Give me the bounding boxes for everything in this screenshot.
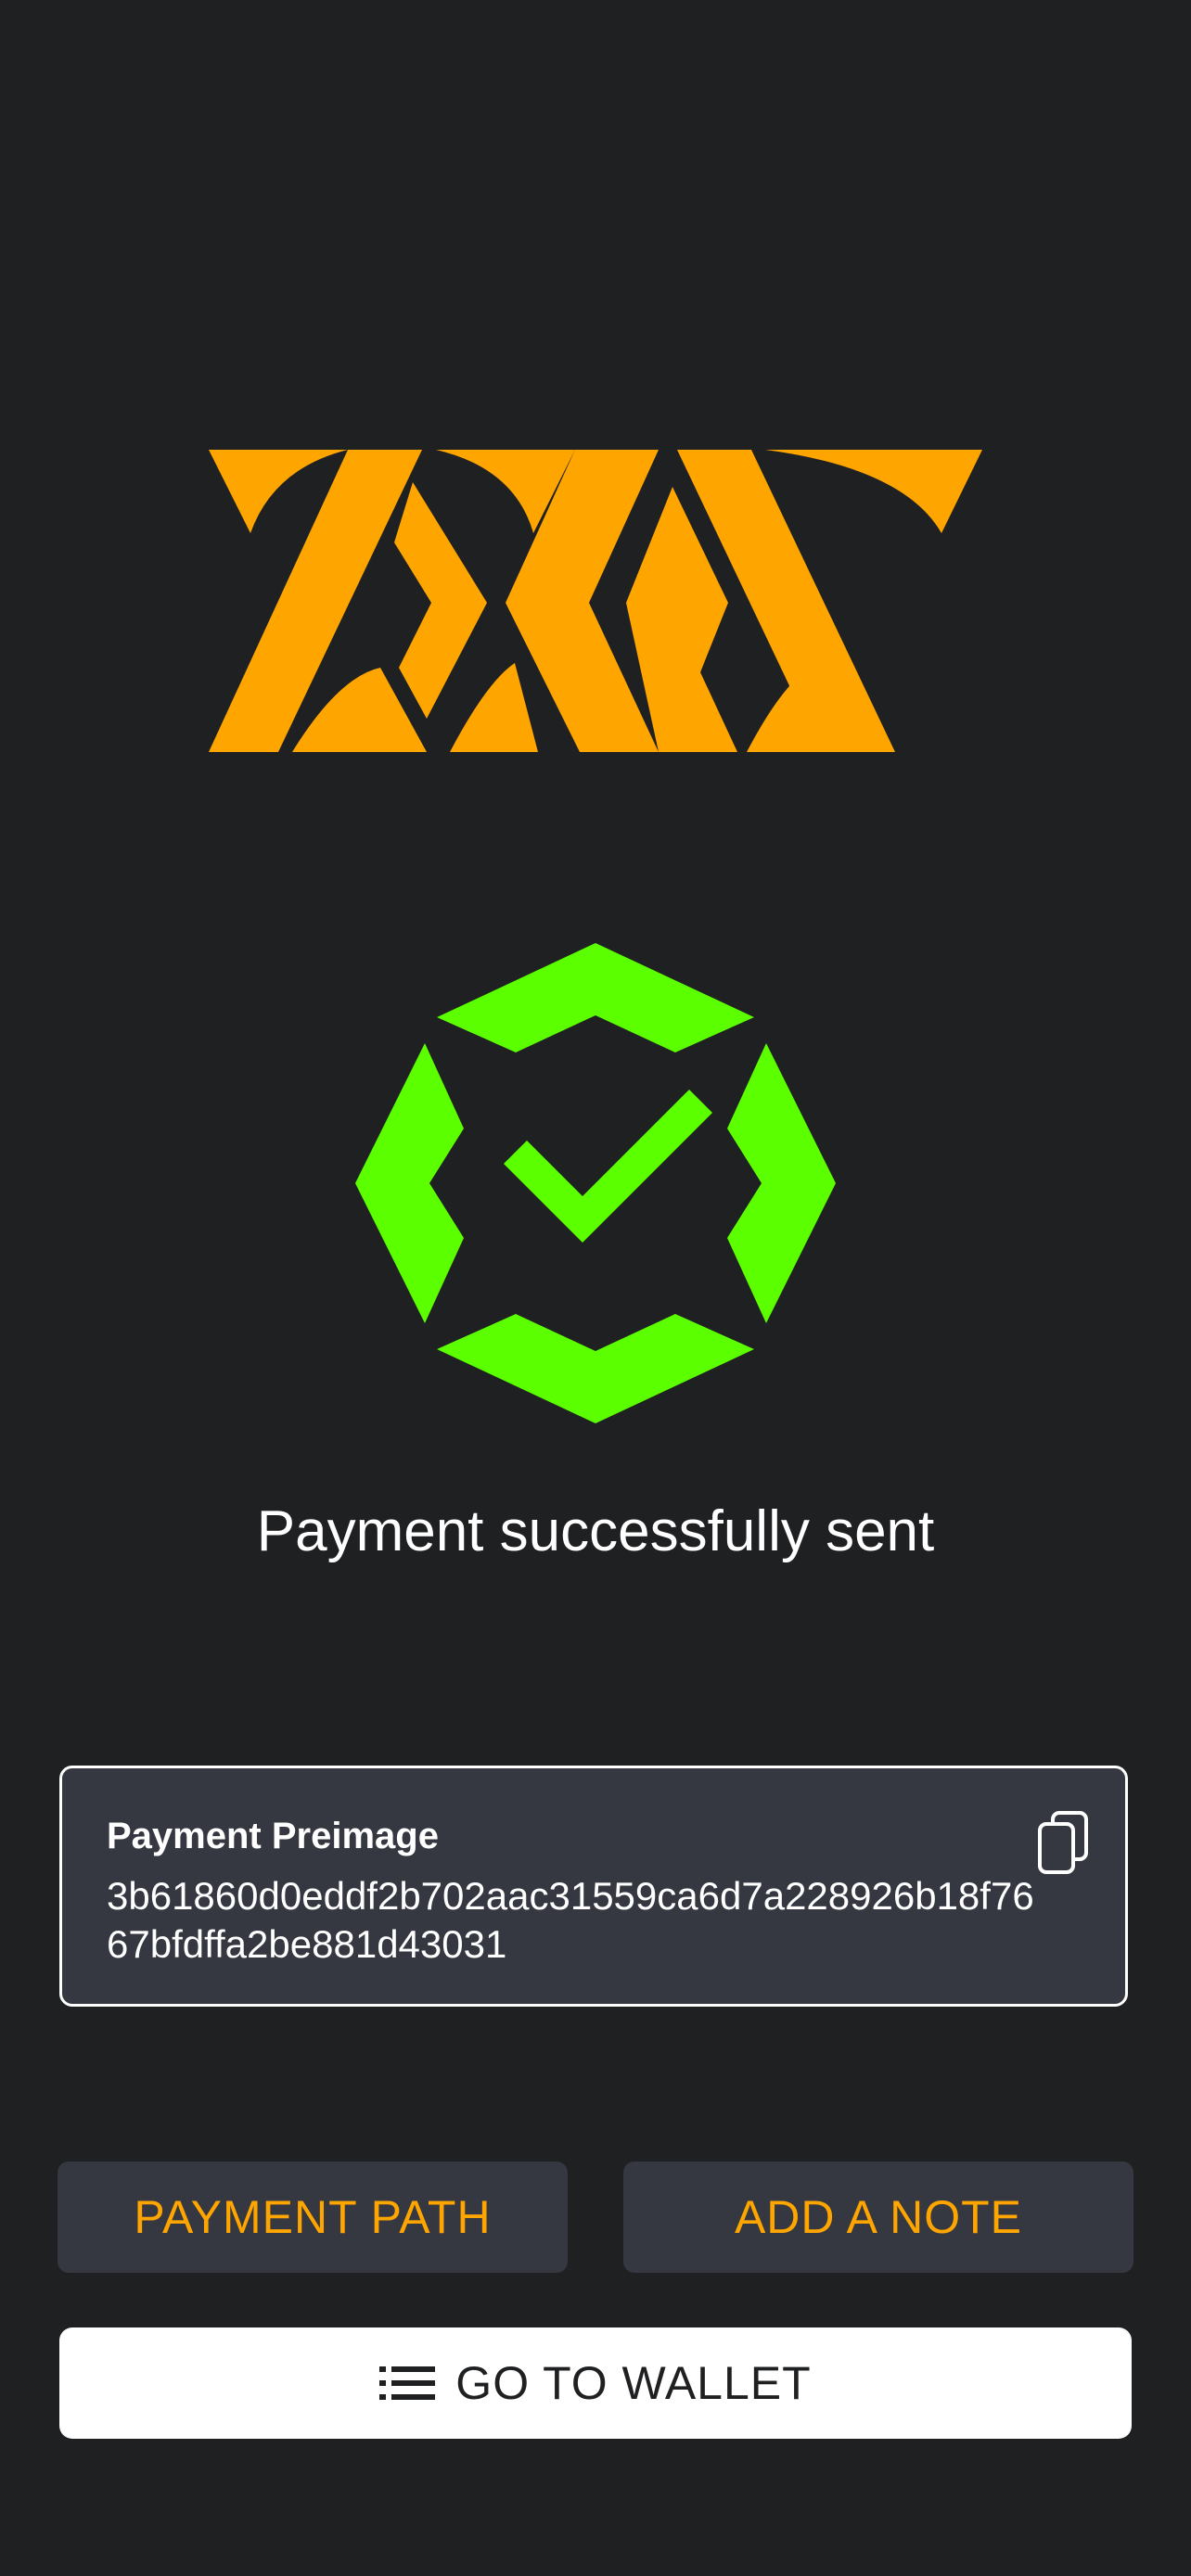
payment-status-message: Payment successfully sent xyxy=(256,1499,935,1563)
payment-path-label: PAYMENT PATH xyxy=(134,2191,492,2243)
add-note-label: ADD A NOTE xyxy=(734,2191,1023,2243)
list-icon xyxy=(379,2366,436,2400)
preimage-value: 3b61860d0eddf2b702aac31559ca6d7a228926b1… xyxy=(107,1874,1034,1966)
copy-icon[interactable] xyxy=(1036,1809,1092,1876)
go-to-wallet-button[interactable]: GO TO WALLET xyxy=(59,2327,1132,2439)
add-note-button[interactable]: ADD A NOTE xyxy=(623,2162,1133,2273)
brand-logo xyxy=(209,450,982,752)
preimage-label: Payment Preimage xyxy=(107,1816,439,1856)
go-to-wallet-label: GO TO WALLET xyxy=(455,2357,812,2409)
preimage-card: Payment Preimage 3b61860d0eddf2b702aac31… xyxy=(59,1766,1128,2007)
payment-path-button[interactable]: PAYMENT PATH xyxy=(58,2162,568,2273)
success-check-icon xyxy=(355,943,836,1423)
